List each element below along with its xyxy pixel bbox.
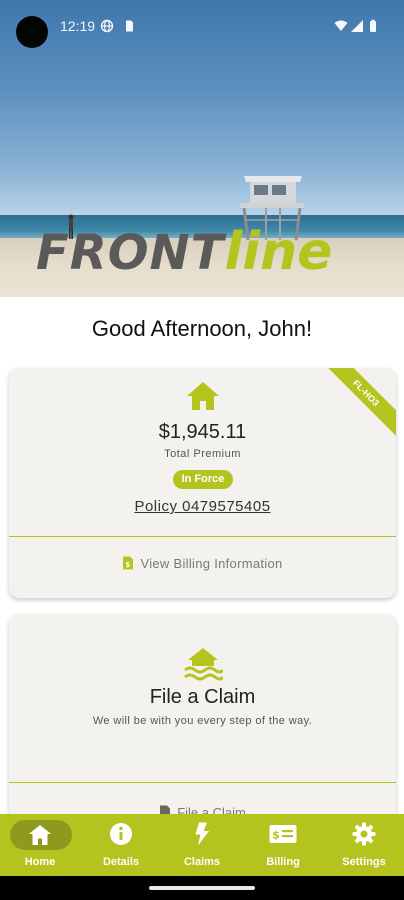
card-divider	[9, 536, 396, 537]
sim-card-icon	[126, 20, 133, 32]
home-icon	[187, 382, 219, 410]
home-gesture-indicator[interactable]	[149, 886, 255, 890]
logo-line-text: line	[224, 222, 333, 282]
signal-icon	[351, 20, 363, 32]
view-billing-button[interactable]: $ View Billing Information	[9, 556, 396, 571]
camera-cutout	[16, 16, 48, 48]
nav-settings[interactable]: Settings	[324, 814, 404, 876]
status-time: 12:19	[60, 18, 96, 34]
frontline-logo: FRONTline	[36, 222, 332, 284]
view-billing-label: View Billing Information	[140, 556, 283, 571]
lightning-icon	[195, 822, 209, 846]
status-bar: 12:19	[0, 0, 404, 52]
home-icon	[29, 825, 51, 845]
svg-text:$: $	[126, 561, 131, 569]
nav-billing[interactable]: $ Billing	[243, 814, 323, 876]
policy-number-link[interactable]: Policy 0479575405	[9, 498, 396, 515]
nav-details-label: Details	[102, 856, 140, 868]
battery-icon	[370, 19, 376, 32]
total-premium-label: Total Premium	[164, 448, 241, 460]
card-divider	[9, 782, 396, 783]
nav-claims-label: Claims	[183, 856, 221, 868]
nav-billing-label: Billing	[266, 856, 300, 868]
file-claim-title: File a Claim	[149, 686, 256, 708]
gear-icon	[352, 822, 376, 846]
vpn-globe-icon	[100, 19, 114, 33]
bottom-navigation: Home Details Claims $ Billing Settings	[0, 814, 404, 876]
bill-icon: $	[269, 825, 297, 843]
logo-front-text: FRONT	[36, 225, 225, 281]
greeting-text: Good Afternoon, John!	[91, 316, 313, 341]
nav-home[interactable]: Home	[0, 814, 80, 876]
policy-card[interactable]: FL-HO3 $1,945.11 Total Premium In Force …	[9, 368, 396, 598]
wifi-icon	[334, 20, 348, 31]
status-badge: In Force	[173, 470, 233, 489]
info-icon	[110, 823, 132, 845]
total-premium-value: $1,945.11	[158, 421, 247, 443]
nav-claims[interactable]: Claims	[162, 814, 242, 876]
file-claim-card[interactable]: File a Claim We will be with you every s…	[9, 614, 396, 824]
nav-settings-label: Settings	[342, 856, 386, 868]
nav-home-label: Home	[24, 856, 56, 868]
svg-text:$: $	[272, 829, 280, 842]
file-claim-subtitle: We will be with you every step of the wa…	[92, 715, 313, 727]
system-navigation-bar	[0, 876, 404, 900]
flooded-house-icon	[184, 648, 223, 681]
invoice-icon: $	[123, 556, 134, 570]
nav-details[interactable]: Details	[81, 814, 161, 876]
